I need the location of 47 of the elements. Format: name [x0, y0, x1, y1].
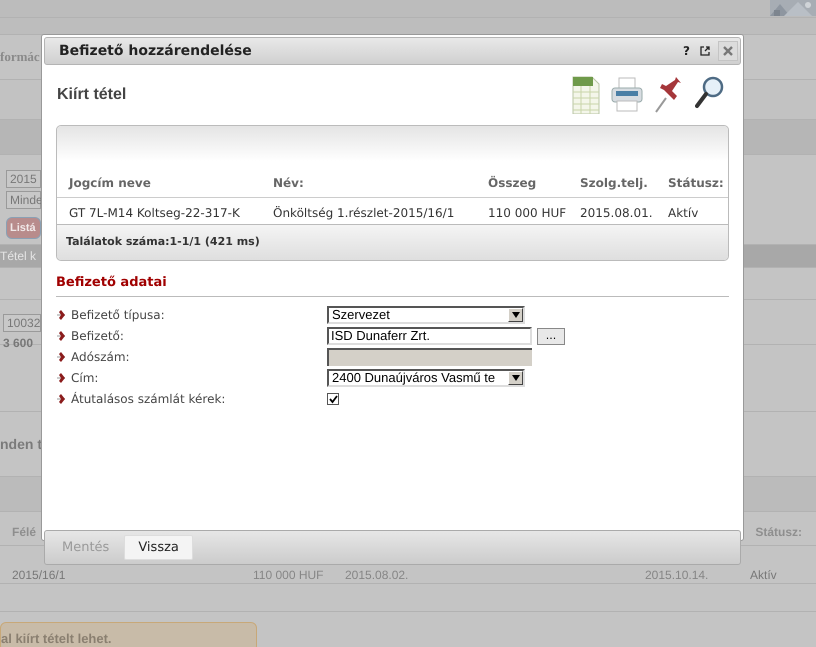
column-header: Szolg.telj.: [580, 175, 648, 192]
help-button[interactable]: ?: [683, 42, 690, 60]
select-field[interactable]: Szervezet: [327, 306, 525, 324]
column-header: Név:: [273, 175, 304, 192]
heading-text: formác: [0, 48, 40, 66]
table-cell-text: GT 7L-M14 Koltseg-22-317-K: [69, 205, 240, 222]
table-cell: 110 000 HUF: [253, 568, 324, 582]
bullet-icon: [57, 352, 65, 362]
section-title: Befizető adatai: [56, 275, 167, 290]
popout-button[interactable]: [700, 46, 710, 56]
section-heading: Kiírt tétel: [57, 85, 126, 105]
caret-icon: [508, 308, 523, 322]
back-button[interactable]: Vissza: [124, 535, 193, 560]
table-cell-text: 110 000 HUF: [488, 205, 566, 222]
column-header: Státusz:: [668, 175, 724, 192]
field-label: Adószám:: [71, 349, 130, 366]
results-count: Találatok száma:1-1/1 (421 ms): [66, 234, 260, 250]
bullet-icon: [57, 373, 65, 383]
close-icon: [723, 46, 733, 56]
field-label: Befizető típusa:: [71, 307, 165, 324]
close-button[interactable]: [718, 41, 738, 61]
table-cell-text: Aktív: [668, 205, 698, 222]
table-cell: 2015.10.14.: [645, 568, 708, 582]
bullet-icon: [57, 310, 65, 320]
select-field[interactable]: 2400 Dunaújváros Vasmű te: [327, 369, 525, 387]
table-cell: 2015/16/1: [12, 568, 66, 582]
browse-button[interactable]: ...: [537, 328, 565, 344]
notice-box: al kiírt tételt lehet.: [0, 622, 257, 647]
printer-icon[interactable]: [611, 77, 643, 113]
caret-icon: [508, 371, 523, 385]
window-title: Befizető hozzárendelése: [59, 42, 252, 60]
table-cell: Aktív: [750, 568, 777, 582]
table-cell-text: 2015.08.01.: [580, 205, 653, 222]
amount-text: 3 600: [3, 335, 34, 352]
field-label: Cím:: [71, 370, 98, 387]
table-cell: 2015.08.02.: [345, 568, 408, 582]
checkbox[interactable]: [327, 393, 339, 405]
field-label: Befizető:: [71, 328, 124, 345]
bullet-icon: [57, 394, 65, 404]
pushpin-icon[interactable]: [654, 76, 684, 114]
field-label: Átutalásos számlát kérek:: [71, 390, 226, 408]
input-field[interactable]: ISD Dunaferr Zrt.: [327, 327, 532, 345]
column-header: Összeg: [488, 174, 536, 192]
table-cell-text: Önköltség 1.részlet-2015/16/1: [273, 205, 454, 222]
excel-icon[interactable]: [572, 76, 600, 114]
bullet-icon: [57, 331, 65, 341]
column-header: Jogcím neve: [69, 175, 151, 192]
